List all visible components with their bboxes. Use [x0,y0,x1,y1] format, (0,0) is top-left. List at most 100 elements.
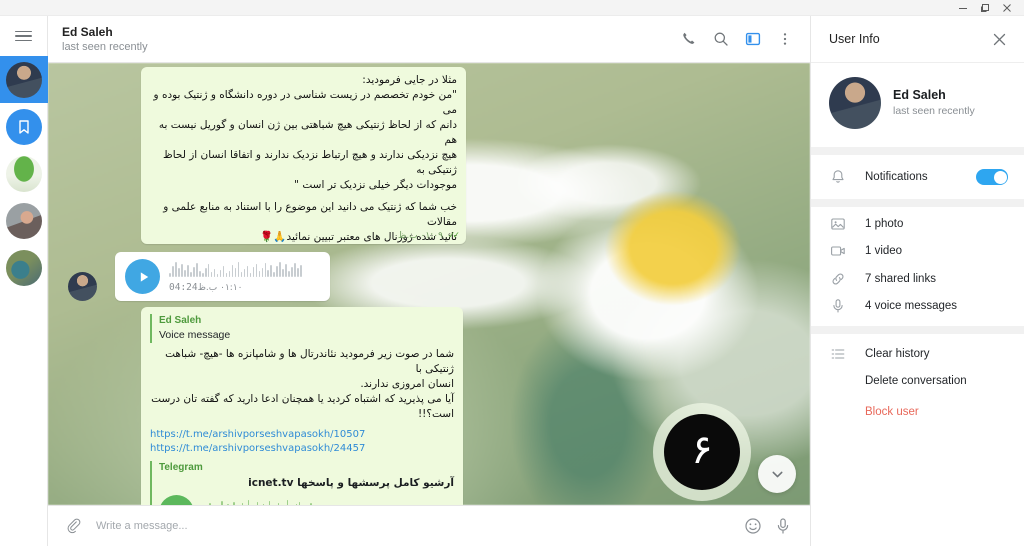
message-line: دانم که از لحاظ ژنتیکی هیچ شباهتی بین ژن… [158,119,457,146]
action-block-user[interactable]: Block user [811,395,1024,423]
message-time: ۰۱:۱۰ ب.ظ [197,282,243,293]
media-row-voice[interactable]: 4 voice messages [811,293,1024,326]
user-info-identity[interactable]: Ed Saleh last seen recently [811,63,1024,147]
menu-icon[interactable] [0,16,48,56]
close-panel-icon[interactable] [984,24,1014,54]
phone-icon[interactable] [674,24,704,54]
message-avatar-slot [68,272,101,301]
chat-title: Ed Saleh [62,24,113,39]
message-bubble-forwarded[interactable]: Ed Saleh Voice message شما در صوت زیر فر… [141,307,463,505]
message-composer [48,505,810,546]
link-icon [829,271,847,287]
sidebar-item-saved-messages[interactable] [0,103,48,150]
search-icon[interactable] [706,24,736,54]
message-link[interactable]: https://t.me/arshivporseshvapasokh/24457 [150,442,454,456]
waveform[interactable] [203,498,454,505]
close-icon[interactable] [996,1,1018,15]
minimize-icon[interactable] [952,1,974,15]
link-preview-card[interactable]: Telegram آرشیو کامل پرسشها و پاسخها icne… [150,461,454,505]
divider [811,326,1024,334]
link-preview-source: Telegram [159,462,203,473]
media-row-photos[interactable]: 1 photo [811,207,1024,237]
message-bubble-voice[interactable]: 04:24 ۰۱:۱۰ ب.ظ [115,252,330,301]
message-line-break [150,193,457,200]
audio-file-row[interactable]: 01:29, 209.7 KB [159,495,454,505]
action-delete-conversation[interactable]: Delete conversation [811,367,1024,395]
media-row-videos[interactable]: 1 video [811,237,1024,265]
message-list[interactable]: ۶ مثلا در جایی فرمودید: "من خودم تخصصم د… [48,63,810,505]
chat-column: Ed Saleh last seen recently ۶ مثلا در جا… [48,16,810,546]
notifications-row[interactable]: Notifications [811,155,1024,199]
user-info-header: User Info [811,16,1024,63]
user-name: Ed Saleh [893,88,946,102]
sidebar-item-chat-avatar-scene[interactable] [0,244,48,291]
user-status: last seen recently [893,105,975,117]
message-links: https://t.me/arshivporseshvapasokh/10507… [150,428,454,456]
sidebar-item-chat-avatar-ed-saleh[interactable] [0,56,48,103]
telegram-window: Ed Saleh last seen recently ۶ مثلا در جا… [0,0,1024,546]
message-bubble-text[interactable]: مثلا در جایی فرمودید: "من خودم تخصصم در … [141,67,466,244]
microphone-icon[interactable] [768,511,798,541]
more-actions-icon[interactable] [770,24,800,54]
message-line: موجودات دیگر خیلی نزدیک تر است " [294,179,457,191]
message-line: مثلا در جایی فرمودید: [362,74,457,86]
waveform[interactable] [169,261,316,277]
maximize-icon[interactable] [974,1,996,15]
user-info-panel: User Info Ed Saleh last seen recently No… [810,16,1024,546]
action-label: Delete conversation [865,375,967,387]
media-label: 1 photo [865,218,904,230]
message-line: شما در صوت زیر فرمودید نئاندرتال ها و شا… [165,348,454,375]
chat-title-block[interactable]: Ed Saleh last seen recently [62,25,674,54]
download-icon[interactable] [159,495,194,505]
message-input[interactable] [88,520,738,532]
media-label: 4 voice messages [865,300,958,312]
media-label: 7 shared links [865,273,936,285]
divider [811,199,1024,207]
avatar [5,249,42,286]
video-icon [829,243,847,259]
scroll-to-bottom-button[interactable] [758,455,796,493]
chat-status: last seen recently [62,40,148,53]
sidebar-item-chat-avatar-woman[interactable] [0,197,48,244]
message-row: 04:24 ۰۱:۱۰ ب.ظ [48,252,810,301]
message-time: ۰۱:۰۹ ب.ظ [398,231,443,241]
message-link[interactable]: https://t.me/arshivporseshvapasokh/10507 [150,428,454,442]
action-label: Clear history [865,348,930,360]
action-clear-history[interactable]: Clear history [811,334,1024,367]
panel-title: User Info [829,32,880,46]
chevron-down-icon [772,471,782,477]
avatar[interactable] [829,77,881,129]
left-rail [0,16,48,546]
message-row: مثلا در جایی فرمودید: "من خودم تخصصم در … [48,67,810,244]
messages-scroll-area[interactable]: مثلا در جایی فرمودید: "من خودم تخصصم در … [48,63,810,505]
play-icon[interactable] [125,259,160,294]
window-title-bar [0,0,1024,16]
message-line: "من خودم تخصصم در زیست شناسی در دوره دان… [153,89,457,116]
media-row-links[interactable]: 7 shared links [811,265,1024,293]
message-row: Ed Saleh Voice message شما در صوت زیر فر… [48,307,810,505]
action-label: Block user [865,405,919,418]
avatar[interactable] [68,272,97,301]
message-line: انسان امروزی ندارند. [360,378,454,390]
chat-header-actions [674,24,800,54]
toggle-info-panel-icon[interactable] [738,24,768,54]
bookmark-icon [5,108,42,145]
photo-icon [829,216,847,232]
message-line: هیچ نزدیکی ندارند و هیچ ارتباط نزدیک ندا… [163,149,457,176]
list-icon [829,346,847,362]
message-line: خب شما که ژنتیک می دانید این موضوع را با… [163,201,457,228]
sidebar-item-chat-avatar-plant[interactable] [0,150,48,197]
avatar [5,61,42,98]
media-label: 1 video [865,245,903,257]
voice-body: 04:24 ۰۱:۱۰ ب.ظ [169,261,316,293]
divider [811,147,1024,155]
message-line: آیا می پذیرید که اشتباه کردید یا همچنان … [151,393,454,405]
attach-icon[interactable] [58,511,88,541]
emoji-icon[interactable] [738,511,768,541]
bell-icon [829,169,847,185]
forward-kind: Voice message [159,329,231,341]
forward-author: Ed Saleh [159,315,202,326]
avatar [5,202,42,239]
notifications-toggle[interactable] [976,169,1008,185]
voice-duration: 04:24 [169,281,198,293]
